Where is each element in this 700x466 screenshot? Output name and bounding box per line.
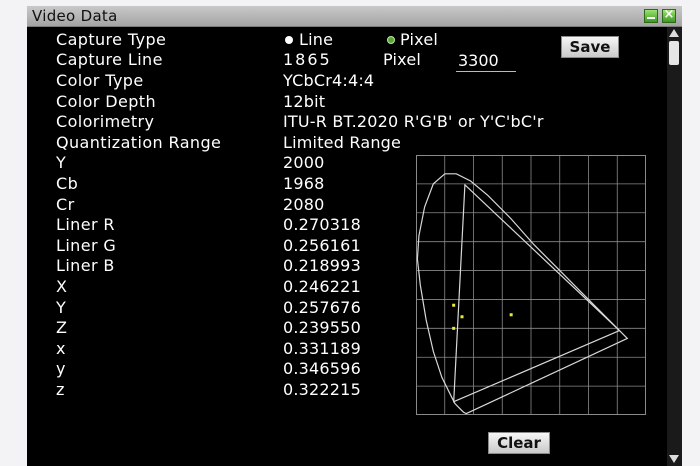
row-value: 0.239550: [283, 318, 361, 338]
row-label: Color Depth: [56, 91, 156, 111]
row-value: 0.257676: [283, 297, 361, 317]
capture-line-label: Capture Line: [56, 50, 163, 69]
chromaticity-point: [452, 303, 456, 307]
row-label: Cb: [56, 174, 79, 193]
row-label: x: [56, 338, 66, 358]
row-value: 0.270318: [283, 215, 361, 235]
row-label: Z: [56, 318, 68, 338]
scroll-thumb[interactable]: [669, 41, 679, 65]
pixel-input[interactable]: [456, 49, 516, 72]
radio-line-label[interactable]: Line: [299, 30, 333, 50]
chromaticity-diagram: [416, 155, 646, 415]
row-value: 0.218993: [283, 256, 361, 276]
row-value: 2000: [283, 153, 325, 173]
scroll-up-arrow-icon[interactable]: [669, 29, 679, 37]
row-label: z: [56, 380, 65, 399]
row-label: Colorimetry: [56, 112, 155, 132]
row-value: 0.246221: [283, 277, 361, 296]
row-label: Y: [56, 297, 67, 317]
radio-line[interactable]: [285, 36, 293, 44]
row-label: Liner R: [56, 215, 115, 235]
video-data-window: Video Data × Capture Type Line Pixel Cap…: [27, 6, 682, 466]
row-value: Limited Range: [283, 132, 402, 152]
scroll-down-arrow-icon[interactable]: [669, 455, 679, 463]
row-label: Cr: [56, 194, 75, 214]
capture-type-label: Capture Type: [56, 30, 167, 49]
row-label: Y: [56, 153, 67, 173]
window-title: Video Data: [32, 7, 118, 25]
row-label: X: [56, 277, 68, 296]
close-button[interactable]: ×: [662, 7, 676, 23]
row-value: YCbCr4:4:4: [283, 71, 375, 90]
row-value: 12bit: [283, 91, 326, 111]
save-button[interactable]: Save: [561, 36, 619, 58]
close-icon: ×: [663, 7, 675, 22]
row-label: Color Type: [56, 71, 144, 90]
row-value: 0.346596: [283, 359, 361, 379]
row-value: 2080: [283, 194, 325, 214]
spectral-locus: [416, 173, 629, 415]
minimize-button[interactable]: [644, 9, 658, 23]
capture-line-value[interactable]: 1865: [283, 50, 332, 70]
row-label: Quantization Range: [56, 132, 222, 152]
pixel-label: Pixel: [383, 50, 422, 69]
row-value: ITU-R BT.2020 R'G'B' or Y'C'bC'r: [283, 112, 544, 132]
row-label: Liner B: [56, 256, 115, 276]
row-value: 0.331189: [283, 338, 361, 358]
chromaticity-point: [460, 315, 464, 319]
title-bar[interactable]: Video Data ×: [27, 6, 682, 27]
gamut-triangle: [453, 183, 621, 403]
radio-pixel-label[interactable]: Pixel: [400, 30, 438, 50]
row-label: Liner G: [56, 235, 117, 255]
row-value: 0.256161: [283, 235, 361, 255]
chromaticity-point: [509, 313, 513, 317]
radio-pixel[interactable]: [387, 36, 395, 44]
row-label: y: [56, 359, 66, 379]
chromaticity-point: [452, 326, 456, 330]
row-value: 0.322215: [283, 380, 361, 399]
row-value: 1968: [283, 174, 325, 193]
vertical-scrollbar[interactable]: [667, 27, 682, 466]
clear-button[interactable]: Clear: [488, 432, 550, 454]
